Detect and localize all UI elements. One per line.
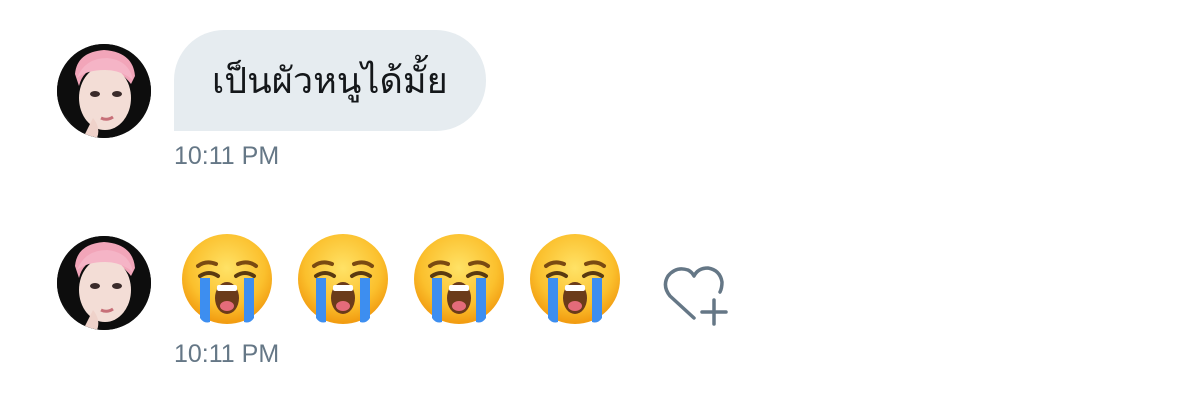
loudly-crying-face-icon bbox=[530, 234, 620, 324]
loudly-crying-face-icon bbox=[182, 234, 272, 324]
heart-plus-icon[interactable] bbox=[662, 266, 732, 326]
emoji-message[interactable] bbox=[180, 232, 622, 332]
avatar-image bbox=[57, 236, 151, 330]
loudly-crying-face-icon bbox=[298, 234, 388, 324]
message-row: 10:11 PM bbox=[0, 232, 1200, 382]
avatar[interactable] bbox=[57, 236, 151, 330]
avatar[interactable] bbox=[57, 44, 151, 138]
avatar-image bbox=[57, 44, 151, 138]
loudly-crying-face-icon bbox=[414, 234, 504, 324]
message-bubble[interactable]: เป็นผัวหนูได้มั้ย bbox=[174, 30, 486, 131]
message-timestamp: 10:11 PM bbox=[174, 340, 280, 368]
message-row: เป็นผัวหนูได้มั้ย 10:11 PM bbox=[0, 30, 1200, 180]
message-timestamp: 10:11 PM bbox=[174, 142, 280, 170]
